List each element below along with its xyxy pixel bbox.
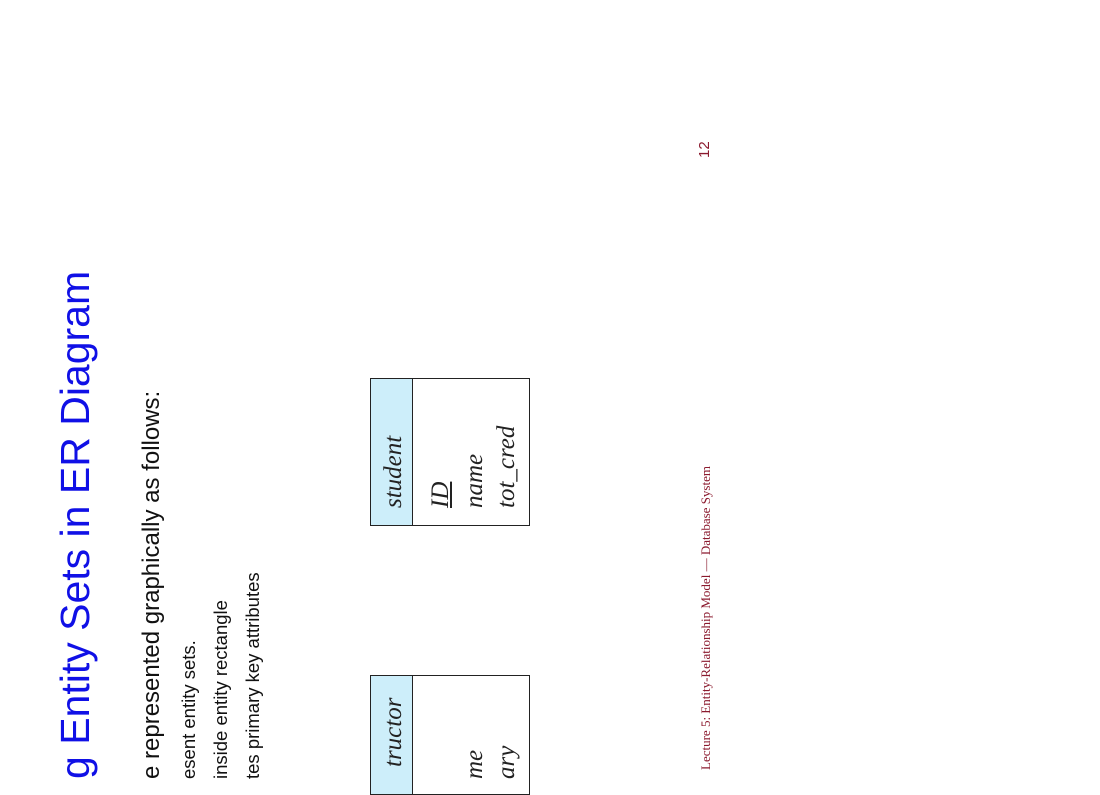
- entity-attribute: name: [461, 453, 488, 508]
- entity-attribute-primary-key: ID: [427, 481, 454, 508]
- bullet-item: esent entity sets.: [178, 640, 199, 779]
- bullet-item: tes primary key attributes: [242, 572, 263, 779]
- entity-name-student: student: [380, 435, 407, 508]
- entity-attribute: me: [461, 749, 488, 779]
- page-number: 12: [696, 141, 713, 158]
- slide-footer: Lecture 5: Entity-Relationship Model — D…: [698, 466, 713, 770]
- entity-name-instructor: tructor: [380, 697, 407, 767]
- intro-text: e represented graphically as follows:: [138, 390, 165, 779]
- entity-attribute: tot_cred: [493, 425, 520, 508]
- bullet-item: inside entity rectangle: [210, 600, 231, 779]
- slide-title: g Entity Sets in ER Diagram: [52, 270, 98, 779]
- entity-attribute: ary: [493, 745, 520, 779]
